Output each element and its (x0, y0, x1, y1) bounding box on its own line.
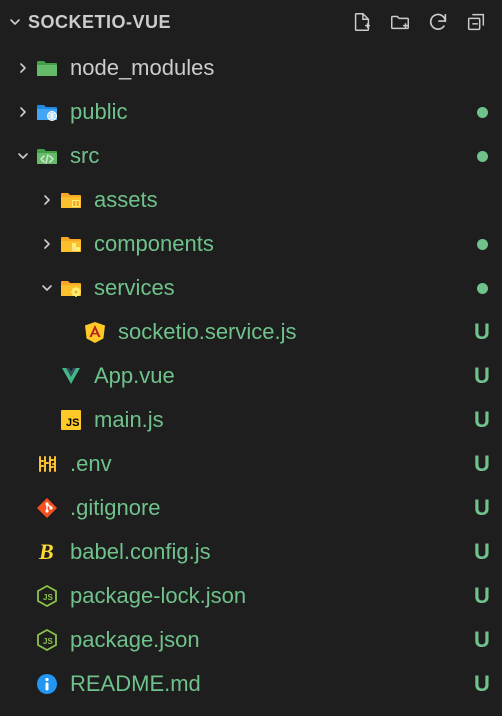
explorer-header: SOCKETIO-VUE (0, 0, 502, 44)
file-tree: node_modulespublic src assets components ser… (0, 44, 502, 706)
tree-item-label: App.vue (94, 363, 462, 389)
tree-item-label: src (70, 143, 462, 169)
tree-item-label: public (70, 99, 462, 125)
header-actions (350, 10, 494, 34)
chevron-right-icon[interactable] (12, 104, 34, 120)
chevron-right-icon[interactable] (12, 60, 34, 76)
node-icon (34, 583, 60, 609)
git-modified-dot (462, 151, 502, 162)
git-untracked-badge: U (462, 451, 502, 477)
file-row-readme-md[interactable]: README.mdU (0, 662, 502, 706)
tree-item-label: services (94, 275, 462, 301)
tree-item-label: .gitignore (70, 495, 462, 521)
tree-item-label: assets (94, 187, 462, 213)
git-untracked-badge: U (462, 539, 502, 565)
file-row-socketio-service-js[interactable]: socketio.service.jsU (0, 310, 502, 354)
file-row-package-json[interactable]: package.jsonU (0, 618, 502, 662)
new-folder-icon[interactable] (388, 10, 412, 34)
angular-icon (82, 319, 108, 345)
file-row-app-vue[interactable]: App.vueU (0, 354, 502, 398)
info-icon (34, 671, 60, 697)
tree-item-label: package.json (70, 627, 462, 653)
chevron-right-icon[interactable] (36, 192, 58, 208)
tree-item-label: .env (70, 451, 462, 477)
git-untracked-badge: U (462, 407, 502, 433)
collapse-all-icon[interactable] (464, 10, 488, 34)
babel-icon (34, 539, 60, 565)
tree-item-label: package-lock.json (70, 583, 462, 609)
folder-svc-icon (58, 275, 84, 301)
tree-item-label: socketio.service.js (118, 319, 462, 345)
refresh-icon[interactable] (426, 10, 450, 34)
folder-comp-icon (58, 231, 84, 257)
chevron-down-icon[interactable] (12, 148, 34, 164)
git-modified-dot (462, 239, 502, 250)
env-icon (34, 451, 60, 477)
folder-row-node-modules[interactable]: node_modules (0, 46, 502, 90)
vue-icon (58, 363, 84, 389)
git-icon (34, 495, 60, 521)
tree-item-label: node_modules (70, 55, 462, 81)
node-icon (34, 627, 60, 653)
git-untracked-badge: U (462, 583, 502, 609)
chevron-down-icon[interactable] (4, 14, 26, 30)
file-row-babel-config-js[interactable]: babel.config.jsU (0, 530, 502, 574)
js-icon (58, 407, 84, 433)
file-row--gitignore[interactable]: .gitignoreU (0, 486, 502, 530)
folder-row-services[interactable]: services (0, 266, 502, 310)
folder-green-icon (34, 55, 60, 81)
folder-row-src[interactable]: src (0, 134, 502, 178)
git-untracked-badge: U (462, 495, 502, 521)
tree-item-label: components (94, 231, 462, 257)
chevron-right-icon[interactable] (36, 236, 58, 252)
new-file-icon[interactable] (350, 10, 374, 34)
file-row-package-lock-json[interactable]: package-lock.jsonU (0, 574, 502, 618)
git-modified-dot (462, 107, 502, 118)
folder-row-public[interactable]: public (0, 90, 502, 134)
git-untracked-badge: U (462, 627, 502, 653)
file-row-main-js[interactable]: main.jsU (0, 398, 502, 442)
git-modified-dot (462, 283, 502, 294)
folder-src-icon (34, 143, 60, 169)
git-untracked-badge: U (462, 363, 502, 389)
git-untracked-badge: U (462, 319, 502, 345)
project-title: SOCKETIO-VUE (28, 12, 171, 33)
folder-row-components[interactable]: components (0, 222, 502, 266)
tree-item-label: main.js (94, 407, 462, 433)
chevron-down-icon[interactable] (36, 280, 58, 296)
folder-public-icon (34, 99, 60, 125)
git-untracked-badge: U (462, 671, 502, 697)
file-row--env[interactable]: .envU (0, 442, 502, 486)
folder-assets-icon (58, 187, 84, 213)
folder-row-assets[interactable]: assets (0, 178, 502, 222)
tree-item-label: babel.config.js (70, 539, 462, 565)
tree-item-label: README.md (70, 671, 462, 697)
